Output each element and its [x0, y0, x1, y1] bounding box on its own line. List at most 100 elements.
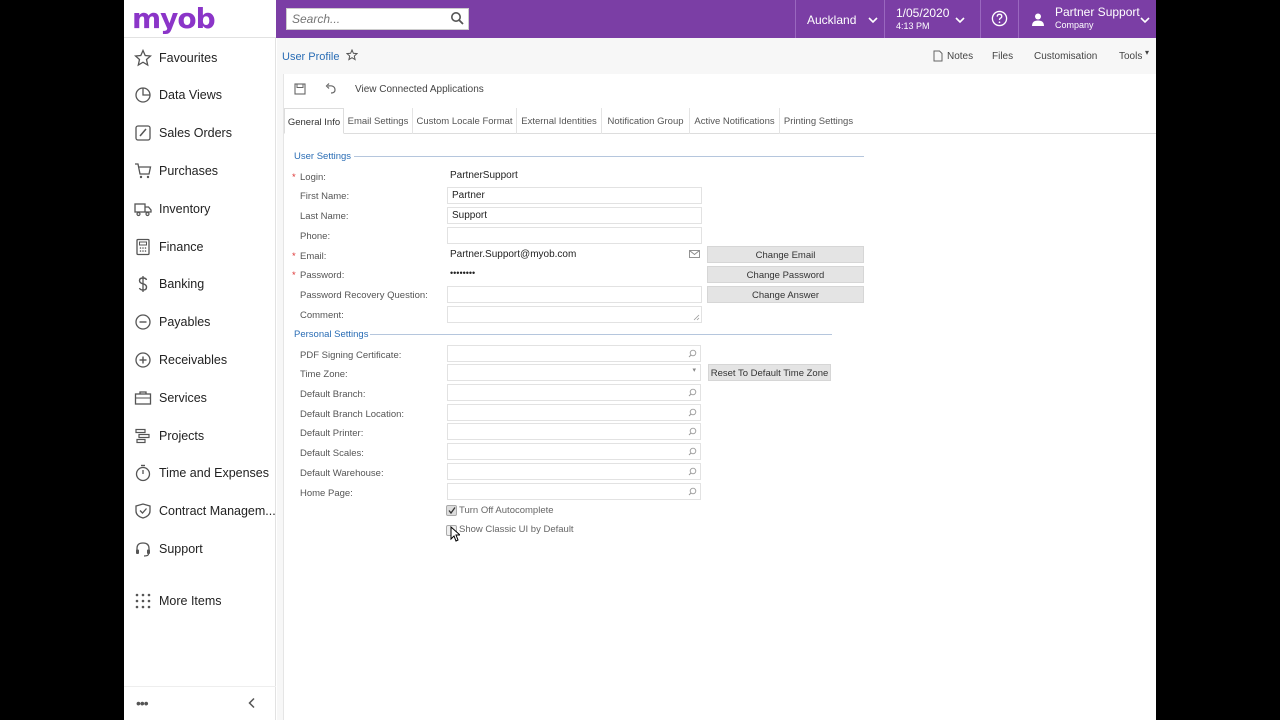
time-zone-select[interactable]: ▾ [447, 364, 701, 381]
notes-button[interactable]: Notes [947, 51, 973, 62]
sidebar-footer: ••• [124, 686, 276, 720]
change-email-button[interactable]: Change Email [707, 246, 864, 263]
search-input[interactable] [287, 9, 447, 29]
tab-active-notifications[interactable]: Active Notifications [690, 108, 780, 134]
sidebar-item-services[interactable]: Services [124, 381, 276, 415]
view-connected-applications-button[interactable]: View Connected Applications [355, 84, 484, 95]
sidebar-item-contract-management[interactable]: Contract Managem... [124, 494, 276, 528]
pdf-signing-certificate-field[interactable] [447, 345, 701, 362]
tab-external-identities[interactable]: External Identities [517, 108, 602, 134]
login-label: * Login: [292, 172, 326, 183]
reset-time-zone-button[interactable]: Reset To Default Time Zone [708, 364, 831, 381]
branch-selector[interactable]: Auckland [795, 0, 884, 38]
help-button[interactable] [980, 0, 1018, 38]
sidebar-item-more-items[interactable]: More Items [124, 584, 276, 618]
lookup-icon[interactable] [688, 447, 697, 456]
sidebar-item-payables[interactable]: Payables [124, 305, 276, 339]
tab-general-info[interactable]: General Info [284, 108, 344, 134]
files-button[interactable]: Files [992, 51, 1013, 62]
title-bar: User Profile Notes Files Customisation T… [277, 38, 1156, 74]
lookup-icon[interactable] [688, 487, 697, 496]
calculator-icon [136, 238, 150, 256]
sidebar-item-sales-orders[interactable]: Sales Orders [124, 116, 276, 150]
sidebar-item-label: Support [159, 542, 203, 556]
chevron-down-icon [1140, 17, 1150, 24]
default-printer-field[interactable] [447, 423, 701, 440]
turn-off-autocomplete-checkbox[interactable] [446, 505, 457, 516]
sidebar-item-projects[interactable]: Projects [124, 419, 276, 453]
business-date-selector[interactable]: 1/05/2020 4:13 PM [884, 0, 980, 38]
email-value: Partner.Support@myob.com [450, 249, 577, 260]
home-page-field[interactable] [447, 483, 701, 500]
sidebar: Favourites Data Views Sales Orders Purch… [124, 38, 276, 720]
undo-icon[interactable] [324, 82, 338, 96]
resize-handle-icon[interactable] [693, 314, 700, 321]
chevron-left-icon[interactable] [246, 697, 258, 709]
sidebar-item-purchases[interactable]: Purchases [124, 154, 276, 188]
default-branch-label: Default Branch: [300, 389, 366, 400]
tools-menu[interactable]: Tools [1119, 51, 1142, 62]
mail-icon[interactable] [689, 250, 700, 258]
change-answer-button[interactable]: Change Answer [707, 286, 864, 303]
change-password-button[interactable]: Change Password [707, 266, 864, 283]
sidebar-item-finance[interactable]: Finance [124, 230, 276, 264]
user-menu[interactable]: Partner Support Company [1018, 0, 1156, 38]
customisation-button[interactable]: Customisation [1034, 51, 1097, 62]
tab-custom-locale-format[interactable]: Custom Locale Format [413, 108, 517, 134]
default-warehouse-field[interactable] [447, 463, 701, 480]
last-name-field[interactable]: Support [447, 207, 702, 224]
lookup-icon[interactable] [688, 408, 697, 417]
minus-circle-icon [135, 314, 151, 330]
tab-email-settings[interactable]: Email Settings [344, 108, 413, 134]
user-name: Partner Support [1055, 5, 1140, 19]
favorite-star-icon[interactable] [346, 49, 358, 61]
grid-icon [135, 593, 151, 609]
checkmark-icon [448, 507, 456, 515]
comment-field[interactable] [447, 306, 702, 323]
sidebar-item-support[interactable]: Support [124, 532, 276, 566]
sidebar-item-label: Inventory [159, 202, 211, 216]
lookup-icon[interactable] [688, 349, 697, 358]
default-branch-field[interactable] [447, 384, 701, 401]
sidebar-item-data-views[interactable]: Data Views [124, 78, 276, 112]
lookup-icon[interactable] [688, 388, 697, 397]
sidebar-item-favourites[interactable]: Favourites [124, 41, 276, 75]
shield-icon [135, 503, 151, 519]
sidebar-item-time-and-expenses[interactable]: Time and Expenses [124, 456, 276, 490]
search-box[interactable] [286, 8, 469, 30]
password-recovery-field[interactable] [447, 286, 702, 303]
main-area: User Profile Notes Files Customisation T… [277, 38, 1156, 720]
lookup-icon[interactable] [688, 427, 697, 436]
sidebar-item-label: Projects [159, 429, 205, 443]
briefcase-icon [134, 391, 152, 405]
star-icon [134, 49, 152, 67]
sidebar-item-inventory[interactable]: Inventory [124, 192, 276, 226]
default-scales-label: Default Scales: [300, 448, 364, 459]
dropdown-arrow-icon: ▾ [692, 367, 696, 374]
search-icon[interactable] [450, 11, 464, 25]
time-zone-label: Time Zone: [300, 369, 348, 380]
first-name-field[interactable]: Partner [447, 187, 702, 204]
login-value: PartnerSupport [450, 170, 518, 181]
user-icon [1032, 13, 1044, 26]
myob-logo[interactable]: myob [132, 2, 216, 35]
password-label: * Password: [292, 270, 345, 281]
sidebar-item-label: Receivables [159, 353, 228, 367]
sidebar-item-banking[interactable]: Banking [124, 267, 276, 301]
app-window: myob Auckland 1/05/2020 4:13 PM Partner … [124, 0, 1156, 720]
sidebar-item-label: More Items [159, 594, 222, 608]
default-branch-location-field[interactable] [447, 404, 701, 421]
tab-notification-group[interactable]: Notification Group [602, 108, 690, 134]
lookup-icon[interactable] [688, 467, 697, 476]
chevron-down-icon [868, 17, 878, 24]
save-icon[interactable] [293, 82, 307, 96]
plus-circle-icon [135, 352, 151, 368]
more-options-icon[interactable]: ••• [136, 695, 149, 711]
help-icon [991, 10, 1008, 27]
phone-field[interactable] [447, 227, 702, 244]
tab-printing-settings[interactable]: Printing Settings [780, 108, 857, 134]
truck-icon [134, 203, 152, 217]
section-divider [354, 156, 864, 157]
sidebar-item-receivables[interactable]: Receivables [124, 343, 276, 377]
default-scales-field[interactable] [447, 443, 701, 460]
